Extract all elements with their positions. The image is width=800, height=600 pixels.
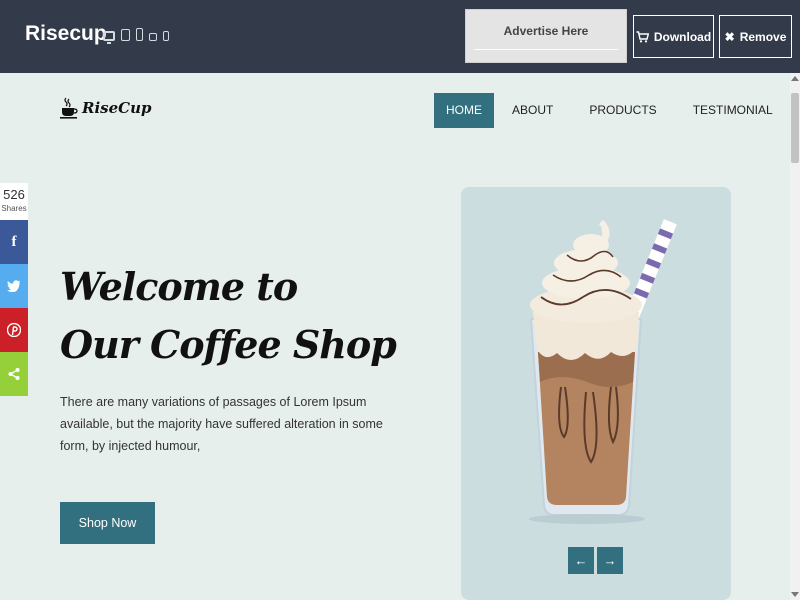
hero-title-line2: Our Coffee Shop <box>60 322 397 367</box>
remove-label: Remove <box>739 29 787 44</box>
iced-coffee-illustration <box>529 219 677 524</box>
nav-home[interactable]: HOME <box>434 93 494 128</box>
device-switcher <box>103 28 169 44</box>
hero-title: Welcome to Our Coffee Shop <box>60 258 397 374</box>
nav-testimonial[interactable]: TESTIMONIAL <box>675 93 791 128</box>
scroll-down-arrow[interactable] <box>791 592 799 597</box>
scroll-up-arrow[interactable] <box>791 76 799 81</box>
main-nav: HOME ABOUT PRODUCTS TESTIMONIAL <box>434 93 791 128</box>
share-icon <box>8 368 20 380</box>
slider-prev-button[interactable]: ← <box>568 547 594 574</box>
preview-topbar: Risecup Advertise Here Download ✖ Remove <box>0 0 800 73</box>
close-icon: ✖ <box>724 29 735 44</box>
coffee-cup-icon <box>60 97 78 119</box>
facebook-icon: f <box>11 233 17 250</box>
hero-description: There are many variations of passages of… <box>60 395 383 453</box>
phone-small-icon[interactable] <box>163 31 169 41</box>
nav-products[interactable]: PRODUCTS <box>571 93 674 128</box>
twitter-share-button[interactable] <box>0 264 28 308</box>
tablet-icon[interactable] <box>121 29 130 41</box>
share-sidebar: 526 Shares f <box>0 183 28 396</box>
nav-about[interactable]: ABOUT <box>494 93 571 128</box>
shop-now-button[interactable]: Shop Now <box>60 502 155 544</box>
pinterest-icon <box>7 323 21 337</box>
twitter-icon <box>7 280 21 292</box>
preview-brand: Risecup <box>25 22 107 45</box>
generic-share-button[interactable] <box>0 352 28 396</box>
facebook-share-button[interactable]: f <box>0 220 28 264</box>
phone-icon[interactable] <box>136 28 143 41</box>
download-button[interactable]: Download <box>633 15 714 58</box>
desktop-icon[interactable] <box>103 31 115 44</box>
share-count: 526 Shares <box>0 183 28 220</box>
hero-image-card <box>461 187 731 600</box>
logo-text: RiseCup <box>82 99 152 117</box>
page-scrollbar[interactable] <box>790 73 800 600</box>
share-count-number: 526 <box>3 187 25 202</box>
hero-title-line1: Welcome to <box>60 264 298 309</box>
site-logo[interactable]: RiseCup <box>60 97 152 119</box>
slider-next-button[interactable]: → <box>597 547 623 574</box>
cart-icon <box>636 30 649 42</box>
advertise-banner[interactable]: Advertise Here <box>465 9 627 63</box>
pinterest-share-button[interactable] <box>0 308 28 352</box>
scroll-thumb[interactable] <box>791 93 799 163</box>
tablet-landscape-icon[interactable] <box>149 33 157 41</box>
site-preview: RiseCup HOME ABOUT PRODUCTS TESTIMONIAL … <box>0 73 790 600</box>
remove-button[interactable]: ✖ Remove <box>719 15 792 58</box>
download-label: Download <box>653 29 712 44</box>
share-count-label: Shares <box>1 204 27 213</box>
advertise-label: Advertise Here <box>503 24 589 38</box>
